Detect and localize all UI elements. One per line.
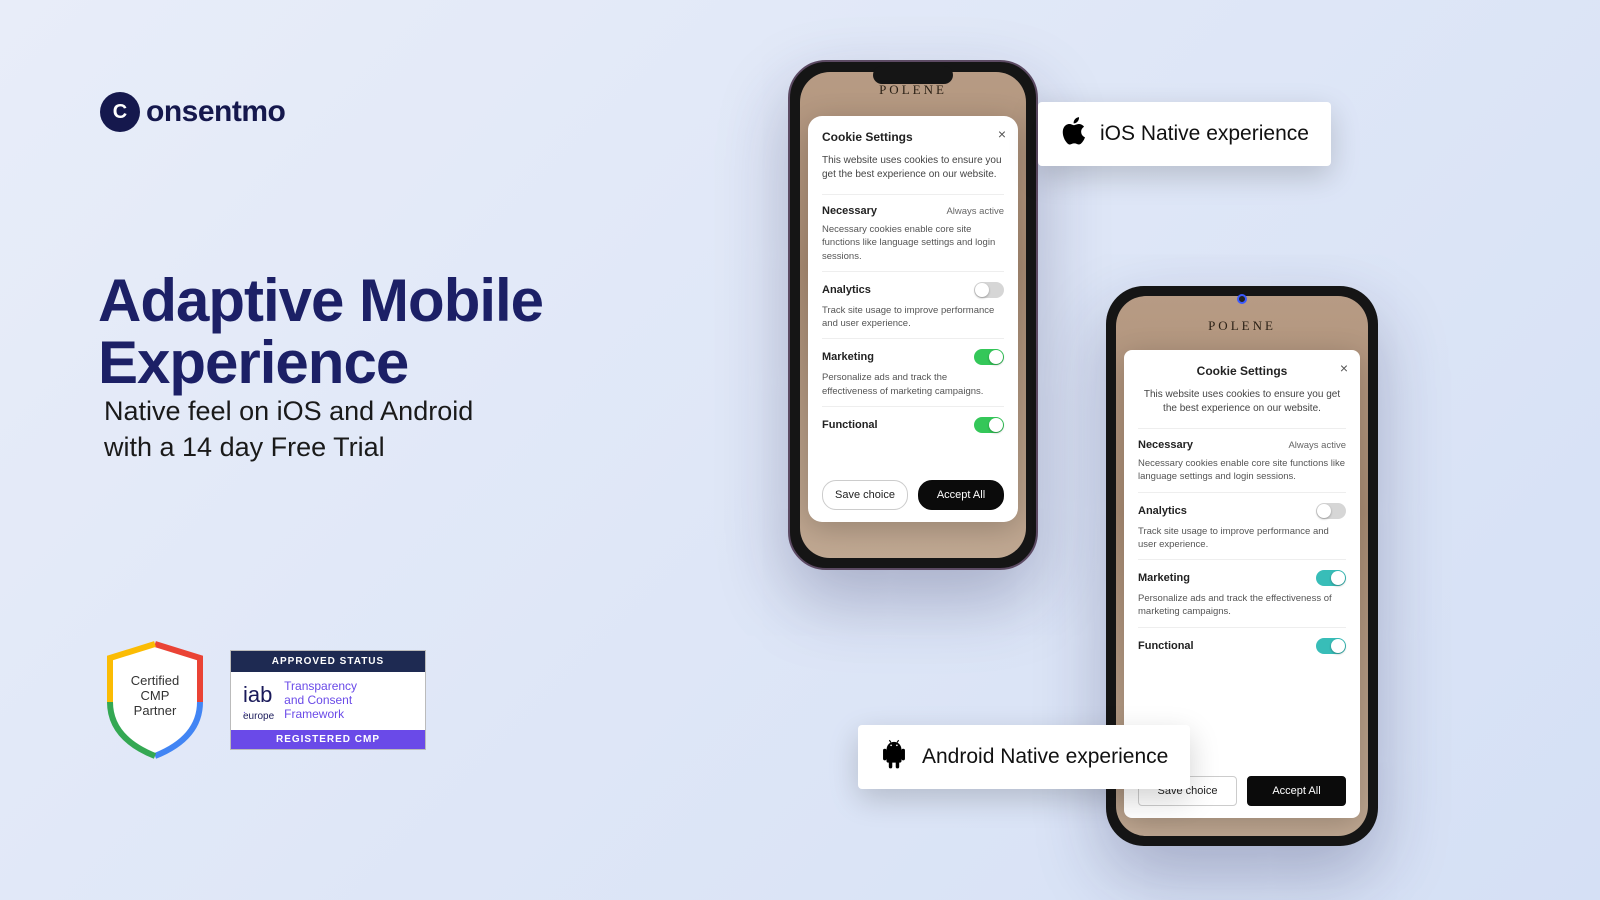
cookie-category-marketing: Marketing Personalize ads and track the … [1138, 559, 1346, 627]
functional-toggle[interactable] [1316, 638, 1346, 654]
accept-all-button[interactable]: Accept All [1247, 776, 1346, 806]
analytics-toggle[interactable] [974, 282, 1004, 298]
cookie-category-necessary: Necessary Always active Necessary cookies… [1138, 428, 1346, 492]
cookie-category-analytics: Analytics Track site usage to improve pe… [822, 271, 1004, 339]
apple-icon [1060, 116, 1086, 152]
callout-text: iOS Native experience [1100, 122, 1309, 146]
sheet-description: This website uses cookies to ensure you … [1138, 388, 1346, 416]
callout-text: Android Native experience [922, 745, 1168, 769]
close-icon[interactable]: × [998, 126, 1006, 142]
functional-toggle[interactable] [974, 417, 1004, 433]
category-name: Necessary [1138, 439, 1193, 451]
phone-site-brand: POLENE [800, 82, 1026, 98]
android-callout-label: Android Native experience [858, 725, 1190, 789]
category-name: Necessary [822, 205, 877, 217]
sheet-title: Cookie Settings [822, 130, 1004, 144]
cookie-category-functional: Functional [822, 406, 1004, 447]
android-camera-icon [1237, 294, 1247, 304]
category-desc: Necessary cookies enable core site funct… [822, 223, 1004, 263]
category-name: Analytics [822, 284, 871, 296]
ios-callout-label: iOS Native experience [1038, 102, 1331, 166]
page-headline: Adaptive Mobile Experience [98, 270, 543, 395]
phone-site-brand: POLENE [1116, 318, 1368, 334]
always-active-label: Always active [1288, 440, 1346, 451]
category-name: Marketing [1138, 572, 1190, 584]
iab-tcf-badge: APPROVED STATUS iab. europe Transparency… [230, 650, 426, 749]
logo-mark-icon: C [100, 92, 140, 132]
always-active-label: Always active [946, 206, 1004, 217]
sheet-description: This website uses cookies to ensure you … [822, 154, 1004, 182]
iab-logo-icon: iab. europe [243, 682, 274, 720]
iab-badge-framework: Transparency and Consent Framework [284, 680, 357, 721]
iphone-notch-icon [873, 66, 953, 84]
category-desc: Personalize ads and track the effectiven… [822, 371, 1004, 398]
page-subhead: Native feel on iOS and Android with a 14… [104, 394, 473, 465]
cookie-settings-sheet-ios: × Cookie Settings This website uses cook… [808, 116, 1018, 522]
shield-badge-text: Certified CMP Partner [100, 674, 210, 719]
category-name: Functional [822, 419, 878, 431]
logo-text: onsentmo [146, 95, 285, 129]
android-icon [880, 739, 908, 775]
category-name: Analytics [1138, 505, 1187, 517]
iab-badge-registered: REGISTERED CMP [231, 730, 425, 749]
certification-badges: Certified CMP Partner APPROVED STATUS ia… [100, 638, 426, 762]
iphone-mockup: POLENE × Cookie Settings This website us… [788, 60, 1038, 570]
cookie-category-functional: Functional [1138, 627, 1346, 668]
category-name: Functional [1138, 640, 1194, 652]
category-desc: Personalize ads and track the effectiven… [1138, 592, 1346, 619]
sheet-title: Cookie Settings [1138, 364, 1346, 378]
iab-badge-status: APPROVED STATUS [231, 651, 425, 672]
cmp-partner-shield-badge: Certified CMP Partner [100, 638, 210, 762]
marketing-toggle[interactable] [1316, 570, 1346, 586]
cookie-category-analytics: Analytics Track site usage to improve pe… [1138, 492, 1346, 560]
analytics-toggle[interactable] [1316, 503, 1346, 519]
brand-logo: C onsentmo [100, 92, 285, 132]
category-desc: Track site usage to improve performance … [822, 304, 1004, 331]
close-icon[interactable]: × [1340, 360, 1348, 376]
cookie-category-necessary: Necessary Always active Necessary cookies… [822, 194, 1004, 271]
cookie-category-marketing: Marketing Personalize ads and track the … [822, 338, 1004, 406]
category-desc: Track site usage to improve performance … [1138, 525, 1346, 552]
save-choice-button[interactable]: Save choice [822, 480, 908, 510]
accept-all-button[interactable]: Accept All [918, 480, 1004, 510]
category-desc: Necessary cookies enable core site funct… [1138, 457, 1346, 484]
category-name: Marketing [822, 351, 874, 363]
marketing-toggle[interactable] [974, 349, 1004, 365]
